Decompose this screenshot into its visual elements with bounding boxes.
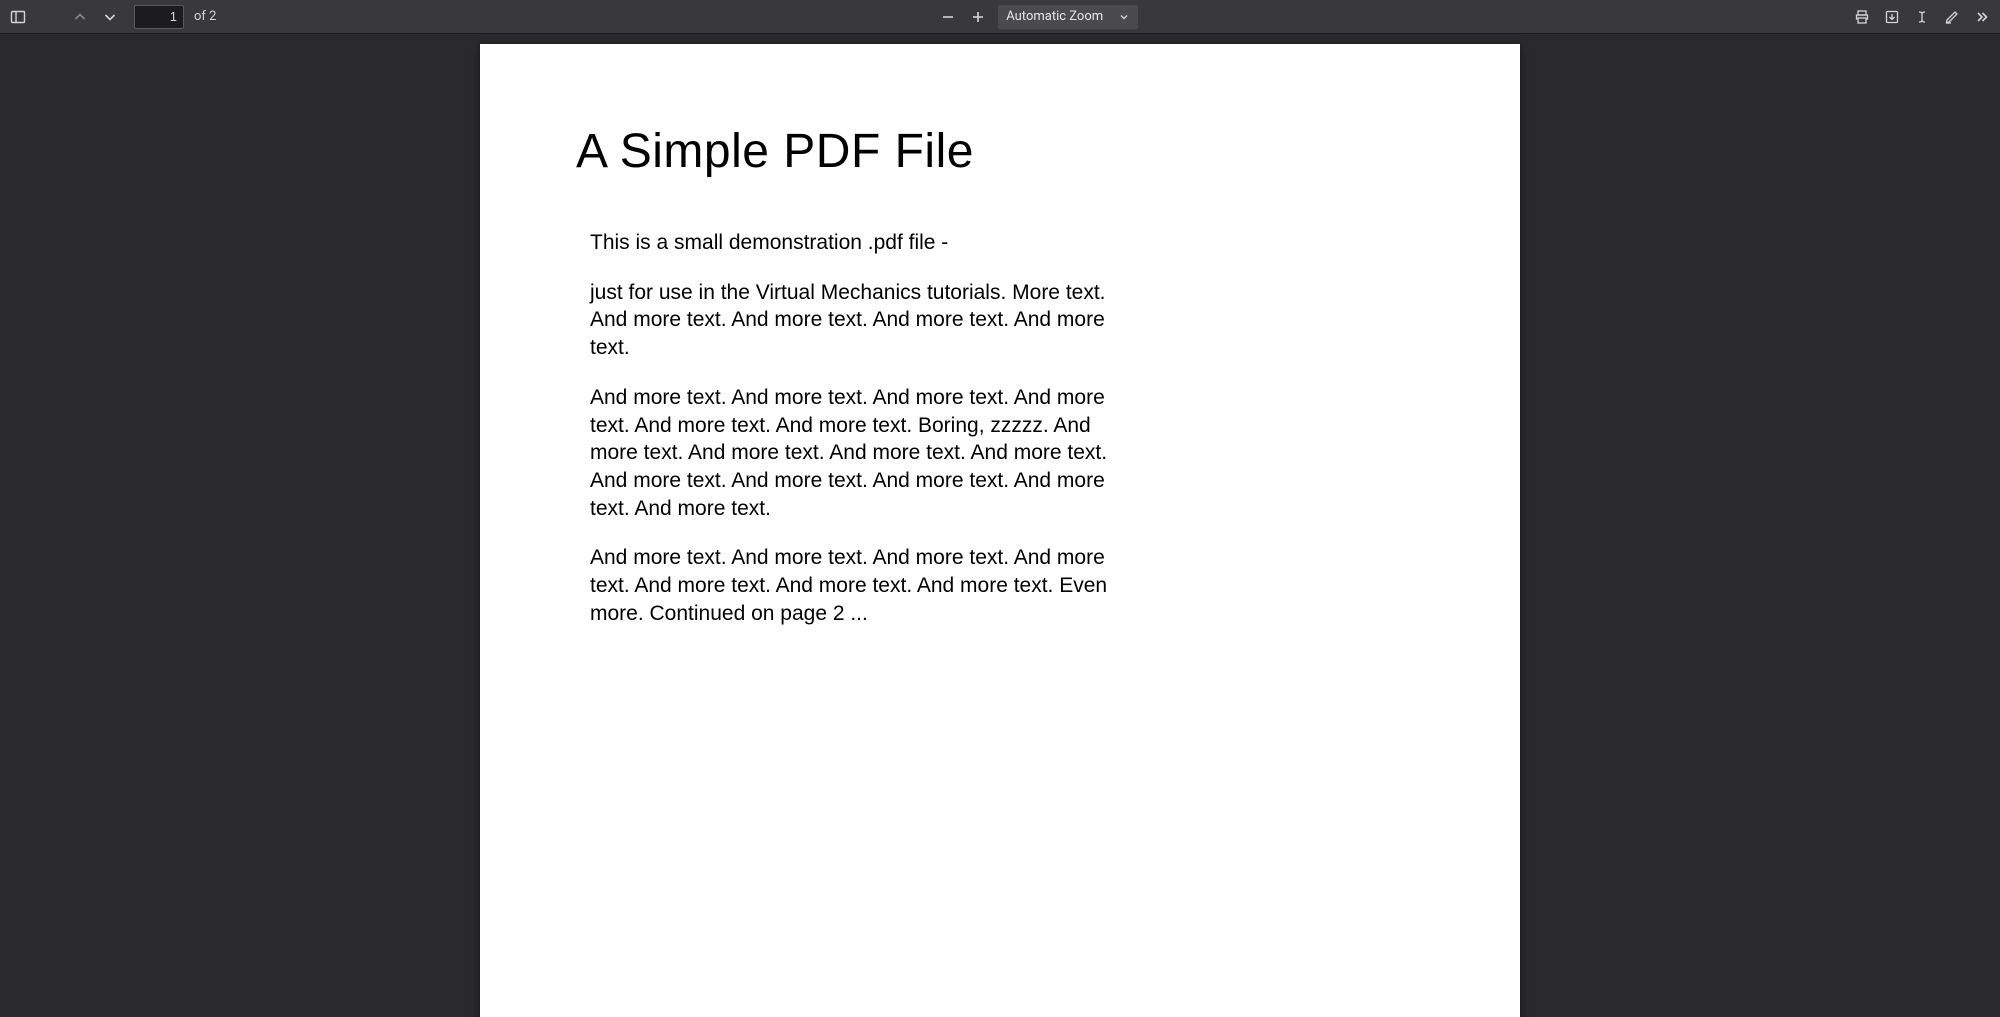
text-tool-button[interactable]	[1908, 3, 1936, 31]
next-page-button[interactable]	[96, 3, 124, 31]
zoom-select-label: Automatic Zoom	[1006, 9, 1118, 24]
pdf-viewer-area[interactable]: A Simple PDF File This is a small demons…	[0, 34, 2000, 1017]
page-number-input[interactable]	[134, 5, 184, 29]
toggle-sidebar-button[interactable]	[4, 3, 32, 31]
save-button[interactable]	[1878, 3, 1906, 31]
zoom-select[interactable]: Automatic Zoom	[998, 5, 1138, 29]
zoom-out-button[interactable]	[934, 3, 962, 31]
print-button[interactable]	[1848, 3, 1876, 31]
document-paragraph: And more text. And more text. And more t…	[590, 384, 1130, 523]
toolbar-right-group	[1848, 3, 1996, 31]
text-cursor-icon	[1914, 9, 1930, 25]
toolbar-center-group: Automatic Zoom	[224, 3, 1848, 31]
document-title: A Simple PDF File	[576, 124, 1410, 179]
sidebar-icon	[10, 9, 26, 25]
pdf-toolbar: of 2 Automatic Zoom	[0, 0, 2000, 34]
plus-icon	[970, 9, 986, 25]
page-count-label: of 2	[186, 9, 224, 24]
chevron-down-icon	[1118, 11, 1130, 23]
zoom-in-button[interactable]	[964, 3, 992, 31]
minus-icon	[940, 9, 956, 25]
draw-tool-button[interactable]	[1938, 3, 1966, 31]
document-paragraph: And more text. And more text. And more t…	[590, 544, 1130, 627]
document-paragraph: This is a small demonstration .pdf file …	[590, 229, 1130, 257]
download-icon	[1884, 9, 1900, 25]
chevron-down-icon	[102, 9, 118, 25]
pdf-page: A Simple PDF File This is a small demons…	[480, 44, 1520, 1017]
toolbar-left-group: of 2	[4, 3, 224, 31]
chevron-up-icon	[72, 9, 88, 25]
tools-menu-button[interactable]	[1968, 3, 1996, 31]
pencil-icon	[1944, 9, 1960, 25]
print-icon	[1854, 9, 1870, 25]
document-paragraph: just for use in the Virtual Mechanics tu…	[590, 279, 1130, 362]
chevron-double-right-icon	[1974, 9, 1990, 25]
previous-page-button[interactable]	[66, 3, 94, 31]
